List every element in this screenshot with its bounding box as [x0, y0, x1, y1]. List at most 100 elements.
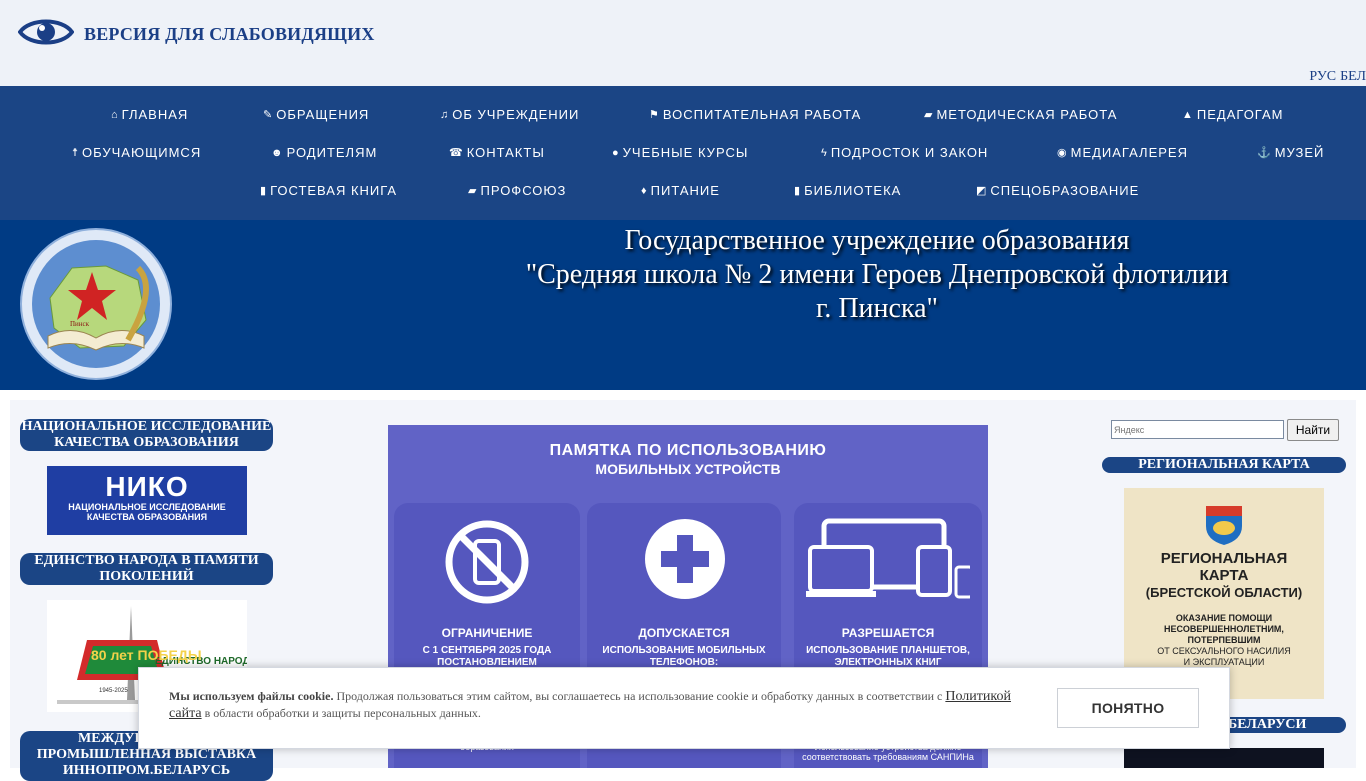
emblem-caption: Пинск	[70, 320, 90, 328]
cookie-bold-text: Мы используем файлы cookie.	[169, 689, 334, 703]
cookie-text-1: Продолжая пользоваться этим сайтом, вы с…	[336, 689, 943, 703]
region-coat-of-arms-icon	[1204, 502, 1244, 551]
plus-icon	[643, 517, 727, 606]
anchor-icon: ⚓	[1257, 147, 1272, 159]
nav-label: УЧЕБНЫЕ КУРСЫ	[622, 145, 749, 160]
poster-card-title: ОГРАНИЧЕНИЕ	[441, 626, 533, 640]
nav-item-contacts[interactable]: ☎ КОНТАКТЫ	[449, 145, 545, 160]
title-line-3: г. Пинска"	[816, 293, 938, 324]
nav-label: ОБ УЧРЕЖДЕНИИ	[452, 107, 580, 122]
no-phone-icon	[442, 517, 532, 612]
book-icon: ▮	[260, 185, 268, 197]
search-button[interactable]: Найти	[1287, 419, 1339, 441]
unity-badge-text: 80 лет ПОБЕДЫ	[91, 647, 202, 663]
nav-item-museum[interactable]: ⚓ МУЗЕЙ	[1257, 145, 1324, 160]
nav-item-methodical[interactable]: ▰ МЕТОДИЧЕСКАЯ РАБОТА	[924, 107, 1117, 122]
nav-item-appeals[interactable]: ✎ ОБРАЩЕНИЯ	[263, 107, 369, 122]
users-icon: ☻	[271, 146, 284, 159]
nav-label: БИБЛИОТЕКА	[804, 183, 902, 198]
pencil-icon: ✎	[263, 109, 274, 121]
niko-logo[interactable]: НИКО НАЦИОНАЛЬНОЕ ИССЛЕДОВАНИЕ КАЧЕСТВА …	[47, 466, 247, 535]
nav-item-food[interactable]: ♦ ПИТАНИЕ	[641, 183, 720, 198]
poster-card-title: РАЗРЕШАЕТСЯ	[841, 626, 935, 640]
graduation-cap-icon: ▲	[1182, 108, 1194, 121]
nav-label: ГЛАВНАЯ	[121, 107, 189, 122]
low-vision-version-link[interactable]: ВЕРСИЯ ДЛЯ СЛАБОВИДЯЩИХ	[17, 16, 375, 53]
nav-item-media[interactable]: ◉ МЕДИАГАЛЕРЕЯ	[1057, 145, 1188, 160]
poster-card-body: ИСПОЛЬЗОВАНИЕ ПЛАНШЕТОВ, ЭЛЕКТРОННЫХ КНИ…	[806, 645, 970, 668]
nav-item-guestbook[interactable]: ▮ ГОСТЕВАЯ КНИГА	[260, 183, 397, 198]
flag-icon: ⚑	[649, 109, 660, 121]
regional-map-heading[interactable]: РЕГИОНАЛЬНАЯ КАРТА	[1102, 457, 1346, 473]
unity-heading[interactable]: ЕДИНСТВО НАРОДА В ПАМЯТИ ПОКОЛЕНИЙ	[20, 553, 273, 585]
eye-icon	[17, 16, 75, 53]
regional-map-title-1: РЕГИОНАЛЬНАЯ	[1160, 550, 1288, 567]
nav-item-teachers[interactable]: ▲ ПЕДАГОГАМ	[1182, 107, 1283, 122]
school-emblem[interactable]: Пинск	[20, 228, 172, 380]
title-line-2: "Средняя школа № 2 имени Героев Днепровс…	[525, 259, 1229, 290]
nav-item-parents[interactable]: ☻ РОДИТЕЛЯМ	[271, 145, 377, 160]
play-circle-icon: ◉	[1057, 147, 1068, 159]
nav-item-home[interactable]: ⌂ ГЛАВНАЯ	[111, 107, 188, 122]
nav-item-about[interactable]: ♫ ОБ УЧРЕЖДЕНИИ	[440, 107, 579, 122]
nav-label: ПРОФСОЮЗ	[480, 183, 567, 198]
regional-map-title-3: (БРЕСТСКОЙ ОБЛАСТИ)	[1145, 585, 1303, 600]
cookie-message: Мы используем файлы cookie. Продолжая по…	[169, 688, 1019, 722]
edit-icon: ◩	[976, 185, 988, 197]
bolt-icon: ϟ	[821, 146, 828, 159]
poster-card-body: ИСПОЛЬЗОВАНИЕ МОБИЛЬНЫХ ТЕЛЕФОНОВ:	[602, 645, 766, 668]
nav-item-upbringing[interactable]: ⚑ ВОСПИТАТЕЛЬНАЯ РАБОТА	[649, 107, 861, 122]
phone-icon: ☎	[449, 147, 464, 159]
belarus-banner-image[interactable]	[1124, 748, 1324, 768]
lang-bel-link[interactable]: БЕЛ	[1340, 69, 1366, 84]
nav-label: МЕДИАГАЛЕРЕЯ	[1070, 145, 1188, 160]
nav-label: СПЕЦОБРАЗОВАНИЕ	[990, 183, 1140, 198]
regional-map-sub-4: ОТ СЕКСУАЛЬНОГО НАСИЛИЯ	[1157, 646, 1291, 656]
nav-item-special-ed[interactable]: ◩ СПЕЦОБРАЗОВАНИЕ	[976, 183, 1139, 198]
child-icon: ☨	[72, 147, 79, 159]
folder-open-icon: ▰	[468, 185, 478, 197]
nav-item-courses[interactable]: ● УЧЕБНЫЕ КУРСЫ	[612, 145, 748, 160]
nav-label: ПИТАНИЕ	[650, 183, 720, 198]
nav-label: МУЗЕЙ	[1274, 145, 1325, 160]
top-bar: ВЕРСИЯ ДЛЯ СЛАБОВИДЯЩИХ РУС БЕЛ	[0, 0, 1366, 86]
regional-map-sub-3: ПОТЕРПЕВШИМ	[1187, 635, 1261, 645]
poster-card-body: С 1 СЕНТЯБРЯ 2025 ГОДА ПОСТАНОВЛЕНИЕМ	[422, 645, 552, 668]
low-vision-label: ВЕРСИЯ ДЛЯ СЛАБОВИДЯЩИХ	[84, 24, 375, 44]
nav-label: ОБУЧАЮЩИМСЯ	[82, 145, 202, 160]
language-switcher: РУС БЕЛ	[1305, 69, 1366, 85]
nav-item-union[interactable]: ▰ ПРОФСОЮЗ	[468, 183, 566, 198]
niko-heading[interactable]: НАЦИОНАЛЬНОЕ ИССЛЕДОВАНИЕ КАЧЕСТВА ОБРАЗ…	[20, 419, 273, 451]
nav-item-teen-law[interactable]: ϟ ПОДРОСТОК И ЗАКОН	[821, 145, 988, 160]
regional-map-title-2: КАРТА	[1199, 567, 1249, 584]
nav-label: КОНТАКТЫ	[466, 145, 545, 160]
cookie-text-2: в области обработки и защиты персональны…	[204, 706, 481, 720]
nav-label: ГОСТЕВАЯ КНИГА	[270, 183, 398, 198]
nav-label: ОБРАЩЕНИЯ	[276, 107, 370, 122]
page-title: Государственное учреждение образования "…	[452, 224, 1302, 326]
folder-icon: ▰	[924, 109, 934, 121]
nav-label: МЕТОДИЧЕСКАЯ РАБОТА	[936, 107, 1118, 122]
home-icon: ⌂	[111, 108, 119, 121]
bell-icon: ♫	[440, 108, 450, 121]
nav-label: ПЕДАГОГАМ	[1196, 107, 1284, 122]
regional-map-sub-2: НЕСОВЕРШЕННОЛЕТНИМ,	[1164, 624, 1284, 634]
lang-rus-link[interactable]: РУС	[1309, 69, 1336, 84]
regional-map-sub-1: ОКАЗАНИЕ ПОМОЩИ	[1175, 613, 1273, 623]
cookie-notice: Мы используем файлы cookie. Продолжая по…	[138, 667, 1230, 749]
nav-label: ПОДРОСТОК И ЗАКОН	[830, 145, 989, 160]
nav-label: РОДИТЕЛЯМ	[286, 145, 378, 160]
nav-item-students[interactable]: ☨ ОБУЧАЮЩИМСЯ	[72, 145, 201, 160]
nav-label: ВОСПИТАТЕЛЬНАЯ РАБОТА	[662, 107, 862, 122]
title-line-1: Государственное учреждение образования	[624, 225, 1130, 256]
niko-logo-subtitle-1: НАЦИОНАЛЬНОЕ ИССЛЕДОВАНИЕ	[68, 502, 226, 512]
nav-item-library[interactable]: ▮ БИБЛИОТЕКА	[794, 183, 901, 198]
niko-logo-title: НИКО	[105, 471, 189, 502]
globe-icon: ●	[612, 146, 620, 159]
cookie-accept-button[interactable]: ПОНЯТНО	[1057, 688, 1199, 728]
tint-icon: ♦	[641, 184, 648, 197]
niko-logo-subtitle-2: КАЧЕСТВА ОБРАЗОВАНИЯ	[86, 512, 208, 522]
unity-years: 1945-2025	[99, 688, 128, 694]
book-icon: ▮	[794, 185, 802, 197]
search-input[interactable]	[1111, 420, 1284, 439]
